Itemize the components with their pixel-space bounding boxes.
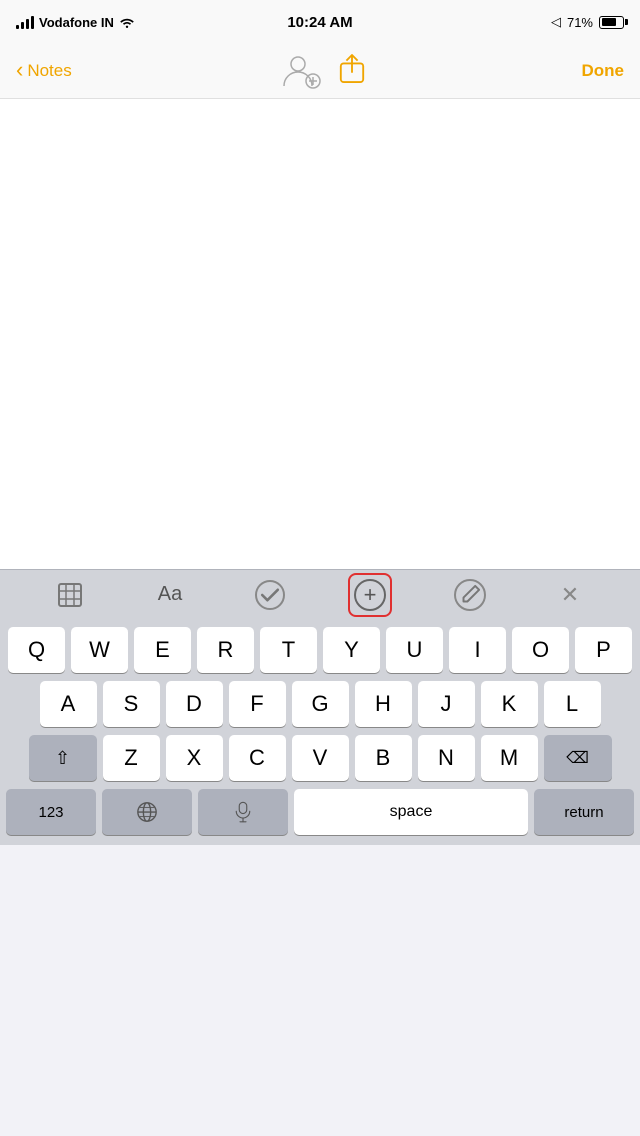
font-format-button[interactable]: Aa bbox=[148, 573, 192, 617]
key-k[interactable]: K bbox=[481, 681, 538, 727]
key-o[interactable]: O bbox=[512, 627, 569, 673]
key-h[interactable]: H bbox=[355, 681, 412, 727]
location-icon: ◁ bbox=[551, 14, 561, 30]
battery-box bbox=[599, 16, 624, 29]
key-x[interactable]: X bbox=[166, 735, 223, 781]
key-c[interactable]: C bbox=[229, 735, 286, 781]
signal-bar-2 bbox=[21, 22, 24, 29]
signal-bar-3 bbox=[26, 19, 29, 29]
space-key[interactable]: space bbox=[294, 789, 528, 835]
key-m[interactable]: M bbox=[481, 735, 538, 781]
share-button[interactable] bbox=[338, 52, 366, 91]
battery-percent: 71% bbox=[567, 15, 593, 30]
key-v[interactable]: V bbox=[292, 735, 349, 781]
back-chevron-icon: ‹ bbox=[16, 59, 23, 81]
status-right: ◁ 71% bbox=[551, 14, 624, 30]
table-button[interactable] bbox=[48, 573, 92, 617]
draw-button[interactable] bbox=[448, 573, 492, 617]
nav-center-icons bbox=[280, 50, 374, 92]
formatting-toolbar: Aa + ✕ bbox=[0, 569, 640, 619]
check-circle-icon bbox=[255, 580, 285, 610]
key-w[interactable]: W bbox=[71, 627, 128, 673]
done-button[interactable]: Done bbox=[582, 61, 625, 81]
key-q[interactable]: Q bbox=[8, 627, 65, 673]
key-r[interactable]: R bbox=[197, 627, 254, 673]
key-i[interactable]: I bbox=[449, 627, 506, 673]
add-circle-icon: + bbox=[354, 579, 386, 611]
key-g[interactable]: G bbox=[292, 681, 349, 727]
status-left: Vodafone IN bbox=[16, 15, 135, 30]
keyboard-row-3: ⇧ Z X C V B N M ⌫ bbox=[3, 735, 637, 781]
close-keyboard-button[interactable]: ✕ bbox=[548, 573, 592, 617]
status-time: 10:24 AM bbox=[287, 14, 352, 31]
status-bar: Vodafone IN 10:24 AM ◁ 71% bbox=[0, 0, 640, 44]
add-person-button[interactable] bbox=[280, 50, 322, 92]
carrier-name: Vodafone IN bbox=[39, 15, 114, 30]
signal-bar-1 bbox=[16, 25, 19, 29]
signal-bar-4 bbox=[31, 16, 34, 29]
wifi-icon bbox=[119, 16, 135, 28]
key-e[interactable]: E bbox=[134, 627, 191, 673]
microphone-key[interactable] bbox=[198, 789, 288, 835]
backspace-key[interactable]: ⌫ bbox=[544, 735, 612, 781]
key-d[interactable]: D bbox=[166, 681, 223, 727]
back-label: Notes bbox=[27, 61, 71, 81]
keyboard[interactable]: Q W E R T Y U I O P A S D F G H J K L ⇧ … bbox=[0, 619, 640, 845]
pen-circle-icon bbox=[454, 579, 486, 611]
return-key[interactable]: return bbox=[534, 789, 634, 835]
key-s[interactable]: S bbox=[103, 681, 160, 727]
checklist-button[interactable] bbox=[248, 573, 292, 617]
keyboard-row-4: 123 space return bbox=[3, 789, 637, 835]
keyboard-row-2: A S D F G H J K L bbox=[3, 681, 637, 727]
key-f[interactable]: F bbox=[229, 681, 286, 727]
nav-bar: ‹ Notes Done bbox=[0, 44, 640, 99]
key-l[interactable]: L bbox=[544, 681, 601, 727]
key-a[interactable]: A bbox=[40, 681, 97, 727]
battery-fill bbox=[602, 18, 616, 26]
key-t[interactable]: T bbox=[260, 627, 317, 673]
key-n[interactable]: N bbox=[418, 735, 475, 781]
key-p[interactable]: P bbox=[575, 627, 632, 673]
close-icon: ✕ bbox=[561, 582, 579, 608]
key-j[interactable]: J bbox=[418, 681, 475, 727]
back-button[interactable]: ‹ Notes bbox=[16, 61, 72, 81]
numbers-key[interactable]: 123 bbox=[6, 789, 96, 835]
key-y[interactable]: Y bbox=[323, 627, 380, 673]
battery-container bbox=[599, 16, 624, 29]
globe-key[interactable] bbox=[102, 789, 192, 835]
keyboard-row-1: Q W E R T Y U I O P bbox=[3, 627, 637, 673]
key-z[interactable]: Z bbox=[103, 735, 160, 781]
note-content-area[interactable] bbox=[0, 99, 640, 569]
key-u[interactable]: U bbox=[386, 627, 443, 673]
signal-bars bbox=[16, 15, 34, 29]
add-content-button[interactable]: + bbox=[348, 573, 392, 617]
shift-key[interactable]: ⇧ bbox=[29, 735, 97, 781]
key-b[interactable]: B bbox=[355, 735, 412, 781]
font-icon: Aa bbox=[158, 583, 182, 606]
